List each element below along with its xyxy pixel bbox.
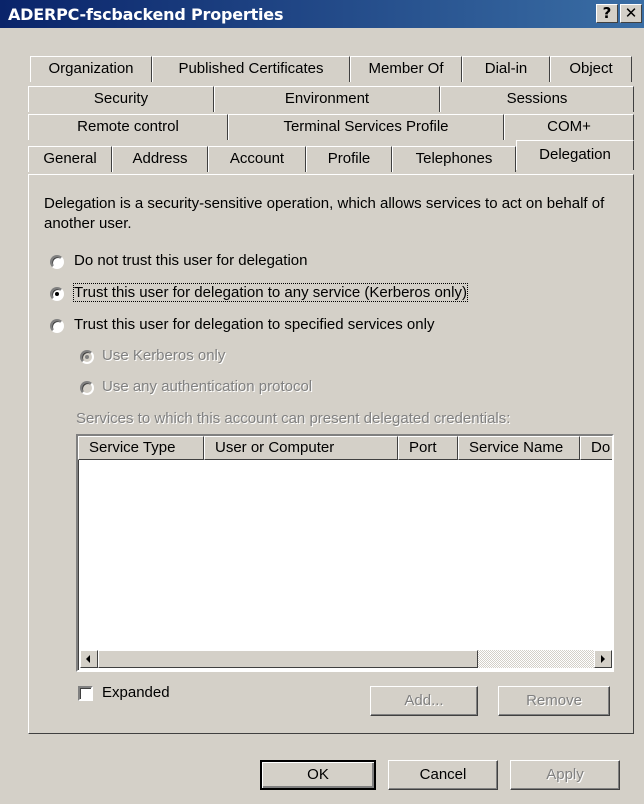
tab-com-plus[interactable]: COM+ (504, 114, 634, 140)
tab-security[interactable]: Security (28, 86, 214, 112)
cancel-button[interactable]: Cancel (388, 760, 498, 790)
tab-profile[interactable]: Profile (306, 146, 392, 172)
horizontal-scrollbar[interactable] (80, 650, 612, 668)
column-domain[interactable]: Do (580, 436, 612, 460)
radio-kerberos-only-label[interactable]: Use Kerberos only (102, 347, 225, 364)
ok-button[interactable]: OK (260, 760, 376, 790)
column-user-or-computer[interactable]: User or Computer (204, 436, 398, 460)
help-button[interactable]: ? (596, 4, 618, 23)
radio-kerberos-only[interactable] (80, 350, 94, 364)
arrow-right-icon (601, 655, 605, 663)
expanded-label[interactable]: Expanded (102, 684, 170, 701)
tab-environment[interactable]: Environment (214, 86, 440, 112)
radio-any-service-label[interactable]: Trust this user for delegation to any se… (73, 283, 468, 302)
column-port[interactable]: Port (398, 436, 458, 460)
tab-address[interactable]: Address (112, 146, 208, 172)
radio-any-protocol[interactable] (80, 381, 94, 395)
scroll-left-button[interactable] (80, 650, 98, 668)
radio-any-service[interactable] (50, 287, 64, 301)
title-bar: ADERPC-fscbackend Properties ? ✕ (0, 0, 644, 28)
tab-remote-control[interactable]: Remote control (28, 114, 228, 140)
scroll-right-button[interactable] (594, 650, 612, 668)
tab-member-of[interactable]: Member Of (350, 56, 462, 82)
tab-organization[interactable]: Organization (30, 56, 152, 82)
tab-account[interactable]: Account (208, 146, 306, 172)
tab-general[interactable]: General (28, 146, 112, 172)
tab-telephones[interactable]: Telephones (392, 146, 516, 172)
radio-no-delegation-label[interactable]: Do not trust this user for delegation (74, 252, 307, 269)
services-caption: Services to which this account can prese… (76, 410, 511, 427)
tab-published-certificates[interactable]: Published Certificates (152, 56, 350, 82)
column-service-name[interactable]: Service Name (458, 436, 580, 460)
tab-object[interactable]: Object (550, 56, 632, 82)
radio-specified-services[interactable] (50, 319, 64, 333)
window-title: ADERPC-fscbackend Properties (8, 5, 284, 24)
services-list[interactable]: Service Type User or Computer Port Servi… (76, 434, 614, 672)
radio-no-delegation[interactable] (50, 255, 64, 269)
tab-delegation[interactable]: Delegation (516, 140, 634, 170)
radio-selected-dot (55, 292, 59, 296)
close-button[interactable]: ✕ (620, 4, 642, 23)
tab-terminal-services-profile[interactable]: Terminal Services Profile (228, 114, 504, 140)
radio-any-protocol-label[interactable]: Use any authentication protocol (102, 378, 312, 395)
add-button[interactable]: Add... (370, 686, 478, 716)
delegation-description: Delegation is a security-sensitive opera… (44, 195, 605, 232)
radio-selected-dot (85, 355, 89, 359)
remove-button[interactable]: Remove (498, 686, 610, 716)
arrow-left-icon (86, 655, 90, 663)
close-icon: ✕ (624, 4, 638, 22)
tab-dial-in[interactable]: Dial-in (462, 56, 550, 82)
radio-specified-services-label[interactable]: Trust this user for delegation to specif… (74, 316, 434, 333)
column-service-type[interactable]: Service Type (78, 436, 204, 460)
scroll-thumb[interactable] (98, 650, 478, 668)
tab-sessions[interactable]: Sessions (440, 86, 634, 112)
expanded-checkbox[interactable] (78, 686, 93, 701)
apply-button[interactable]: Apply (510, 760, 620, 790)
